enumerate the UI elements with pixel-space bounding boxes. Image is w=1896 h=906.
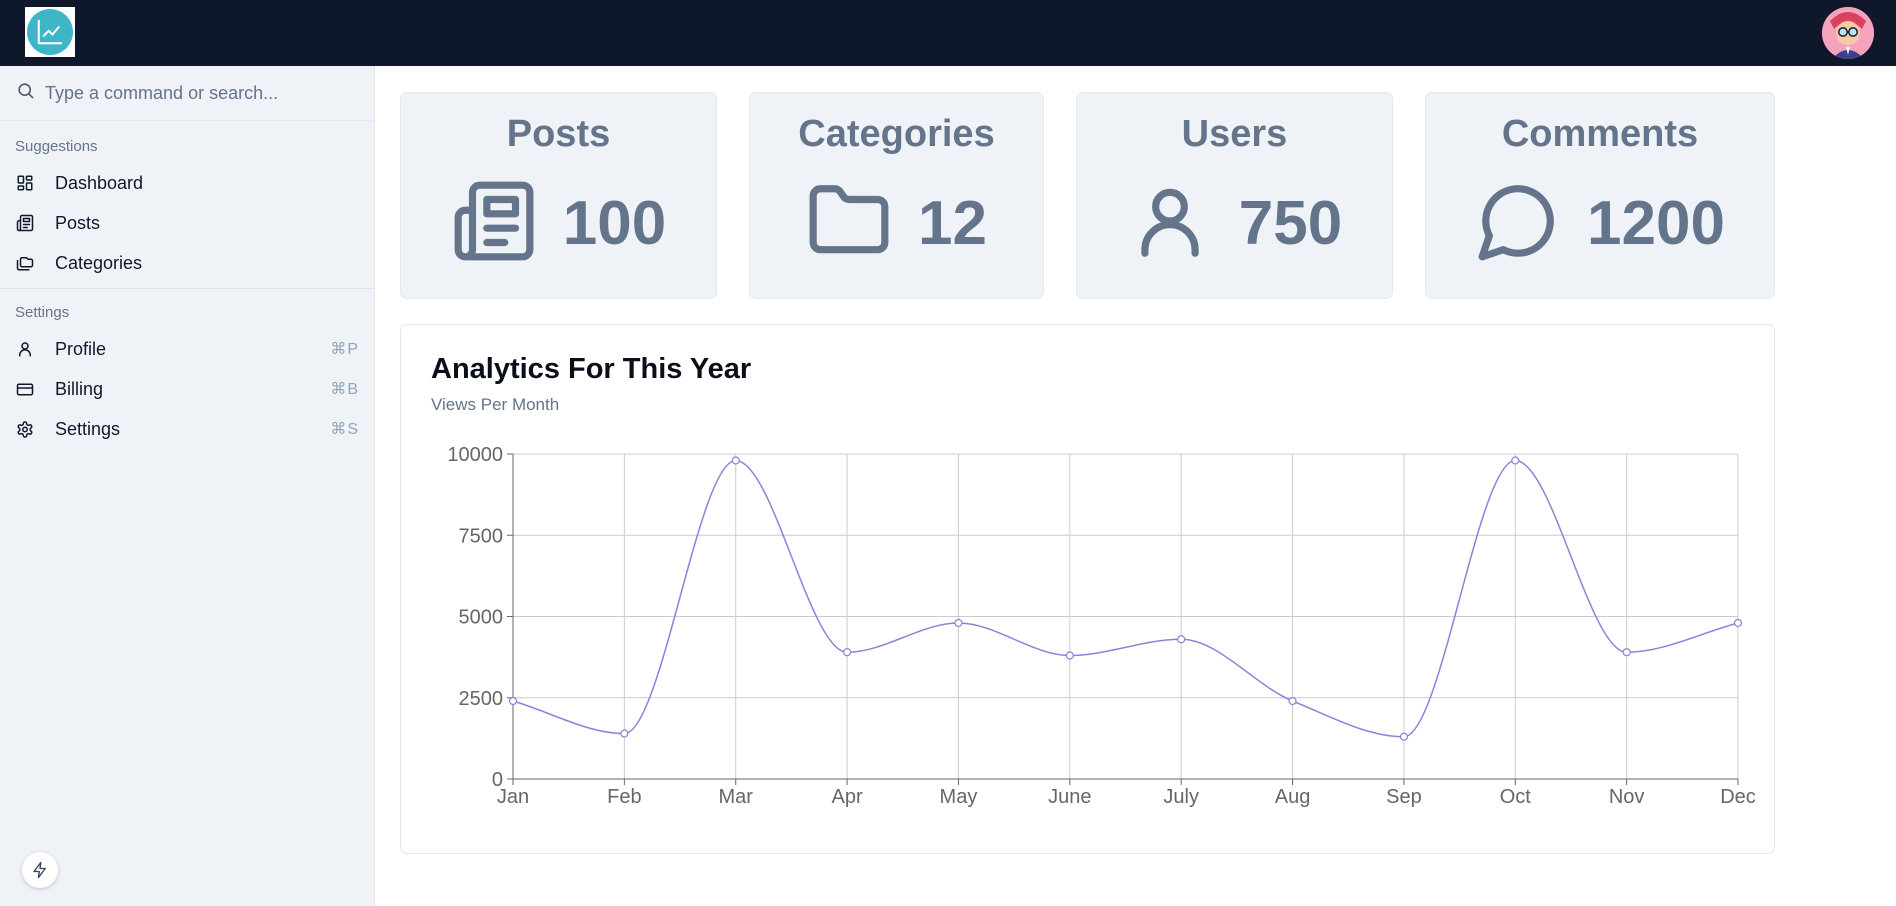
stat-card-users[interactable]: Users 750 — [1076, 92, 1393, 299]
data-point — [1511, 456, 1520, 465]
y-tick-label: 5000 — [459, 607, 504, 629]
user-avatar-icon[interactable] — [1822, 7, 1874, 59]
sidebar-item-dashboard[interactable]: Dashboard — [0, 163, 375, 203]
shortcut-hint: ⌘P — [330, 341, 359, 358]
stat-title: Posts — [506, 113, 611, 155]
stat-card-posts[interactable]: Posts 100 — [400, 92, 717, 299]
stat-value: 100 — [562, 189, 667, 258]
message-circle-icon — [1475, 178, 1561, 269]
data-point — [620, 729, 629, 738]
x-tick-label: Aug — [1275, 786, 1311, 808]
data-point — [1177, 635, 1186, 644]
x-tick-label: Feb — [607, 786, 641, 808]
data-point — [1622, 648, 1631, 657]
sidebar-divider — [0, 288, 375, 289]
analytics-panel: Analytics For This Year Views Per Month … — [400, 324, 1775, 854]
stat-value: 750 — [1238, 189, 1343, 258]
data-point — [508, 696, 518, 706]
sidebar-item-label: Categories — [55, 252, 143, 273]
data-point — [1733, 618, 1743, 628]
sidebar-item-label: Dashboard — [55, 172, 144, 193]
chart-line-icon — [27, 9, 73, 55]
search-input[interactable] — [45, 82, 365, 104]
shortcut-hint: ⌘B — [330, 381, 359, 398]
data-point — [1399, 732, 1409, 741]
data-point — [1065, 651, 1074, 660]
y-tick-label: 2500 — [459, 688, 504, 710]
x-tick-label: May — [940, 786, 978, 808]
x-tick-label: Mar — [719, 786, 754, 808]
x-tick-label: Dec — [1720, 786, 1756, 808]
sidebar-item-billing[interactable]: Billing ⌘B — [0, 369, 375, 409]
folder-icon — [806, 178, 892, 269]
stat-card-categories[interactable]: Categories 12 — [749, 92, 1044, 299]
bolt-icon[interactable] — [22, 852, 58, 888]
stat-title: Users — [1181, 113, 1288, 155]
stat-title: Comments — [1501, 113, 1699, 155]
x-tick-label: Sep — [1386, 786, 1422, 808]
search-icon — [16, 81, 35, 105]
x-tick-label: June — [1048, 786, 1091, 808]
sidebar-item-settings[interactable]: Settings ⌘S — [0, 409, 375, 449]
stat-value: 12 — [918, 189, 987, 258]
x-tick-label: Oct — [1500, 786, 1532, 808]
y-tick-label: 10000 — [447, 444, 503, 466]
app-logo[interactable] — [25, 7, 75, 57]
dashboard-icon — [16, 174, 34, 192]
shortcut-hint: ⌘S — [330, 421, 359, 438]
series-line — [512, 459, 1739, 738]
sidebar-item-label: Settings — [55, 418, 121, 439]
sidebar-item-label: Posts — [55, 212, 101, 233]
y-tick-label: 7500 — [459, 525, 504, 547]
user-icon — [1127, 178, 1213, 269]
top-bar — [0, 0, 1896, 66]
sidebar-item-label: Billing — [55, 378, 104, 399]
credit-card-icon — [16, 380, 34, 398]
x-tick-label: Apr — [832, 786, 863, 808]
stat-title: Categories — [798, 113, 995, 155]
sidebar-item-label: Profile — [55, 338, 107, 359]
stat-value: 1200 — [1587, 189, 1725, 258]
data-point — [1288, 696, 1297, 706]
newspaper-icon — [16, 214, 34, 232]
data-point — [731, 456, 740, 465]
sidebar-item-posts[interactable]: Posts — [0, 203, 375, 243]
x-tick-label: Nov — [1609, 786, 1645, 808]
gear-icon — [16, 420, 34, 438]
command-search — [0, 66, 375, 121]
views-line-chart: 025005000750010000Jan Feb Mar Apr May June Jul… — [447, 444, 1756, 808]
data-point — [954, 618, 963, 628]
group-label-settings: Settings — [15, 304, 70, 321]
group-label-suggestions: Suggestions — [15, 138, 98, 155]
stat-card-comments[interactable]: Comments 1200 — [1425, 92, 1775, 299]
user-icon — [16, 340, 34, 358]
sidebar-item-profile[interactable]: Profile ⌘P — [0, 329, 375, 369]
sidebar-item-categories[interactable]: Categories — [0, 243, 375, 283]
x-tick-label: Jan — [497, 786, 529, 808]
newspaper-icon — [451, 178, 537, 269]
sidebar: Suggestions Dashboard Posts Categories S… — [0, 66, 375, 906]
data-point — [842, 648, 852, 657]
x-tick-label: July — [1163, 786, 1199, 808]
folders-icon — [16, 254, 34, 272]
